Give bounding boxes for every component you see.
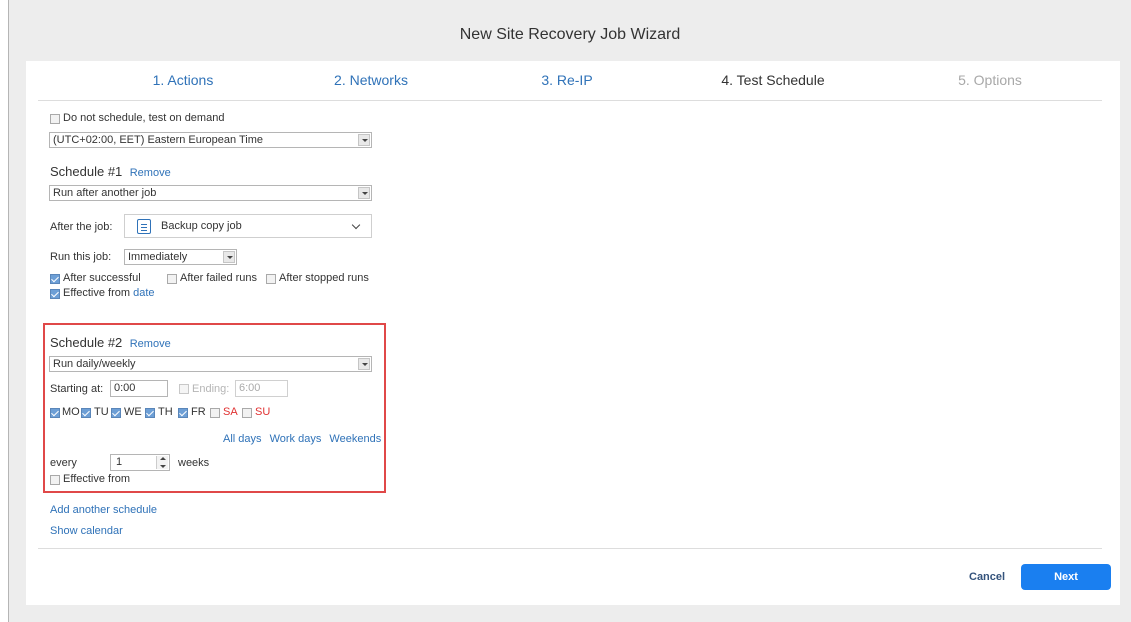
after-failed-checkbox[interactable] [167,274,177,284]
schedule1-effective-from-checkbox[interactable] [50,289,60,299]
weekends-link[interactable]: Weekends [329,433,381,445]
chevron-down-icon [223,251,235,263]
starting-at-label: Starting at: [50,383,104,395]
day-we-checkbox[interactable] [111,408,121,418]
after-job-dropdown[interactable]: Backup copy job [124,214,372,238]
day-mo-label: MO [62,406,80,418]
wizard-title: New Site Recovery Job Wizard [459,26,681,43]
ending-label: Ending: [192,383,230,395]
step-actions[interactable]: 1. Actions [83,72,283,88]
stepper-arrows-icon[interactable] [156,456,168,469]
schedule2-effective-from-checkbox[interactable] [50,475,60,485]
schedule1-effective-from-label: Effective from date [63,287,155,299]
day-we-label: WE [124,406,142,418]
run-this-job-label: Run this job: [50,251,112,263]
schedule2-type-value: Run daily/weekly [53,358,136,370]
after-job-value: Backup copy job [161,220,242,232]
chevron-down-icon [351,220,361,230]
effective-from-text: Effective from [63,287,131,299]
day-tu-checkbox[interactable] [81,408,91,418]
wizard-panel: 1. Actions 2. Networks 3. Re-IP 4. Test … [26,61,1120,605]
after-job-label: After the job: [50,221,113,233]
day-th-label: TH [158,406,173,418]
every-label: every [50,457,77,469]
day-fr-checkbox[interactable] [178,408,188,418]
schedule1-type-value: Run after another job [53,187,157,199]
work-days-link[interactable]: Work days [270,433,322,445]
step-re-ip[interactable]: 3. Re-IP [467,72,667,88]
cancel-button[interactable]: Cancel [969,571,1005,583]
schedule2-type-select[interactable]: Run daily/weekly [49,356,372,372]
show-calendar-link[interactable]: Show calendar [50,525,123,537]
after-successful-label: After successful [63,272,141,284]
step-options: 5. Options [958,72,1022,88]
ending-checkbox[interactable] [179,384,189,394]
after-stopped-checkbox[interactable] [266,274,276,284]
footer-divider [38,548,1102,549]
day-sa-checkbox[interactable] [210,408,220,418]
all-days-link[interactable]: All days [223,433,262,445]
ending-input[interactable]: 6:00 [235,380,288,397]
day-fr-label: FR [191,406,206,418]
weeks-label: weeks [178,457,210,469]
add-another-schedule-link[interactable]: Add another schedule [50,504,157,516]
day-th-checkbox[interactable] [145,408,155,418]
timezone-value: (UTC+02:00, EET) Eastern European Time [53,134,264,146]
day-su-label: SU [255,406,271,418]
schedule2-header: Schedule #2 Remove [50,334,171,352]
day-tu-label: TU [94,406,109,418]
run-this-job-value: Immediately [128,251,188,263]
day-sa-label: SA [223,406,238,418]
schedule1-type-select[interactable]: Run after another job [49,185,372,201]
schedule2-remove-link[interactable]: Remove [130,338,171,350]
day-presets: All days Work days Weekends [223,433,381,445]
after-successful-checkbox[interactable] [50,274,60,284]
backup-job-icon [137,219,151,234]
day-su-checkbox[interactable] [242,408,252,418]
next-button[interactable]: Next [1021,564,1111,590]
every-weeks-stepper[interactable]: 1 [110,454,170,471]
step-test-schedule[interactable]: 4. Test Schedule [673,72,873,88]
every-value: 1 [116,456,123,468]
schedule2-effective-from-label: Effective from [63,473,131,485]
chevron-down-icon [358,134,370,146]
after-stopped-label: After stopped runs [279,272,369,284]
chevron-down-icon [358,187,370,199]
schedule1-title: Schedule #1 [50,164,123,179]
schedule1-header: Schedule #1 Remove [50,163,171,181]
no-schedule-label: Do not schedule, test on demand [63,112,225,124]
after-failed-label: After failed runs [180,272,258,284]
days-row: MO TU WE TH FR SA SU [50,406,290,420]
schedule2-title: Schedule #2 [50,335,123,350]
chevron-down-icon [358,358,370,370]
wizard-steps: 1. Actions 2. Networks 3. Re-IP 4. Test … [38,61,1102,101]
day-mo-checkbox[interactable] [50,408,60,418]
step-networks[interactable]: 2. Networks [271,72,471,88]
run-this-job-select[interactable]: Immediately [124,249,237,265]
no-schedule-checkbox[interactable] [50,114,60,124]
wizard-window: New Site Recovery Job Wizard 1. Actions … [8,0,1131,622]
timezone-select[interactable]: (UTC+02:00, EET) Eastern European Time [49,132,372,148]
effective-from-date-link[interactable]: date [133,287,154,299]
starting-at-input[interactable]: 0:00 [110,380,168,397]
schedule1-remove-link[interactable]: Remove [130,167,171,179]
